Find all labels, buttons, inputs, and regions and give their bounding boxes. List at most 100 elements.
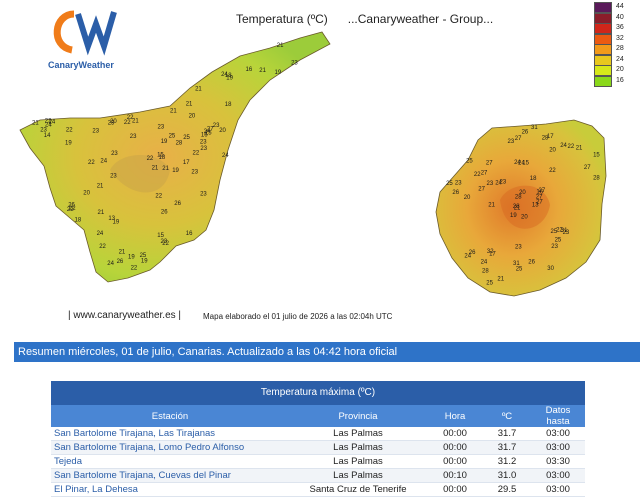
islands-map: 1918161918221921182018212215141515191613… [19,31,607,297]
temperature-label: 17 [183,160,190,166]
temperature-label: 23 [111,151,118,157]
province-cell: Las Palmas [289,440,427,455]
temperature-label: 23 [130,134,137,140]
temperature-label: 18 [75,218,82,224]
temperature-label: 22 [88,160,95,166]
temperature-label: 21 [98,210,105,216]
temperature-label: 20 [549,147,556,153]
temperature-label: 23 [191,169,198,175]
data-until-cell: 03:30 [531,454,585,469]
temperature-label: 23 [110,174,117,180]
temperature-label: 20 [83,191,90,197]
station-link[interactable]: San Bartolome Tirajana, Lomo Pedro Alfon… [51,440,289,455]
temperature-label: 23 [455,180,462,186]
temperature-label: 18 [530,176,537,182]
temperature-label: 25 [486,281,493,287]
table-row: San Bartolome Tirajana, Las Tirajanas Las… [51,427,585,441]
temperature-label: 22 [568,144,575,150]
temperature-label: 28 [542,135,549,141]
temperature-label: 13 [108,216,115,222]
province-cell: Las Palmas [289,468,427,483]
temperature-label: 23 [200,140,207,146]
temperature-label: 21 [152,165,159,171]
temperature-label: 20 [219,128,226,134]
summary-bar: Resumen miércoles, 01 de julio, Canarias… [14,342,640,362]
temperature-label: 19 [128,255,135,261]
temperature-label: 23 [508,139,515,145]
temperature-label: 25 [516,267,523,273]
hour-cell: 00:00 [427,440,483,455]
temperature-label: 24 [560,143,567,149]
temperature-label: 22 [99,244,106,250]
hour-cell: 00:10 [427,468,483,483]
temperature-label: 28 [176,140,183,146]
temperature-label: 23 [291,61,298,67]
temperature-label: 21 [277,43,284,49]
temperature-label: 21 [259,68,266,74]
temperature-label: 23 [92,129,99,135]
temperature-label: 15 [593,153,600,159]
hour-cell: 00:00 [427,427,483,441]
province-cell: Las Palmas [289,427,427,441]
temperature-label: 23 [487,181,494,187]
temperature-label: 26 [161,210,168,216]
table-row: San Bartolome Tirajana, Lomo Pedro Alfon… [51,440,585,455]
temperature-label: 24 [464,254,471,260]
temperature-label: 19 [141,258,148,264]
temperature-label: 14 [44,133,51,139]
temperature-label: 27 [486,161,493,167]
temperature-label: 24 [107,261,114,267]
temperature-label: 28 [593,175,600,181]
temperature-label: 23 [158,125,165,131]
temperature-label: 27 [539,188,546,194]
temperature-label: 16 [246,67,253,73]
temp-cell: 31.7 [483,427,531,441]
temperature-label: 21 [497,276,504,282]
data-until-cell: 03:00 [531,468,585,483]
data-until-cell: 03:00 [531,427,585,441]
temperature-label: 26 [452,190,459,196]
temperature-label: 26 [117,259,124,265]
hour-cell: 00:00 [427,454,483,469]
table-title: Temperatura máxima (ºC) [51,381,585,405]
header-hour: Hora [427,405,483,427]
temperature-label: 25 [140,253,147,259]
table-row: Tejeda Las Palmas 00:00 31.2 03:30 [51,454,585,469]
province-cell: Santa Cruz de Tenerife [289,482,427,497]
temperature-label: 22 [131,266,138,272]
temp-cell: 31.7 [483,440,531,455]
footer-url[interactable]: | www.canaryweather.es | [68,310,181,321]
temperature-label: 19 [510,213,517,219]
header-station: Estación [51,405,289,427]
temperature-label: 19 [65,140,72,146]
temperature-label: 19 [275,70,282,76]
station-link[interactable]: San Bartolome Tirajana, Cuevas del Pinar [51,468,289,483]
temperature-label: 27 [536,199,543,205]
temperature-label: 22 [193,151,200,157]
station-link[interactable]: San Bartolome Tirajana, Las Tirajanas [51,427,289,441]
temperature-label: 27 [515,136,522,142]
temperature-label: 25 [555,238,562,244]
temperature-label: 23 [200,146,207,152]
temperature-label: 27 [584,165,591,171]
temperature-label: 21 [488,203,495,209]
temperature-label: 24 [518,160,525,166]
tenerife-island [19,31,331,283]
temperature-label: 23 [551,244,558,250]
hour-cell: 00:00 [427,482,483,497]
temperature-label: 28 [513,204,520,210]
temperature-label: 21 [119,249,126,255]
temperature-label: 24 [97,231,104,237]
temp-cell: 31.0 [483,468,531,483]
temperature-label: 22 [474,172,481,178]
temperature-label: 22 [147,156,154,162]
station-link[interactable]: Tejeda [51,454,289,469]
temperature-label: 27 [481,170,488,176]
temperature-label: 19 [172,168,179,174]
station-link[interactable]: El Pinar, La Dehesa [51,482,289,497]
temperature-label: 30 [547,266,554,272]
temperature-label: 26 [68,203,75,209]
temperature-label: 18 [225,102,232,108]
temperature-label: 22 [549,168,556,174]
temperature-label: 20 [464,195,471,201]
